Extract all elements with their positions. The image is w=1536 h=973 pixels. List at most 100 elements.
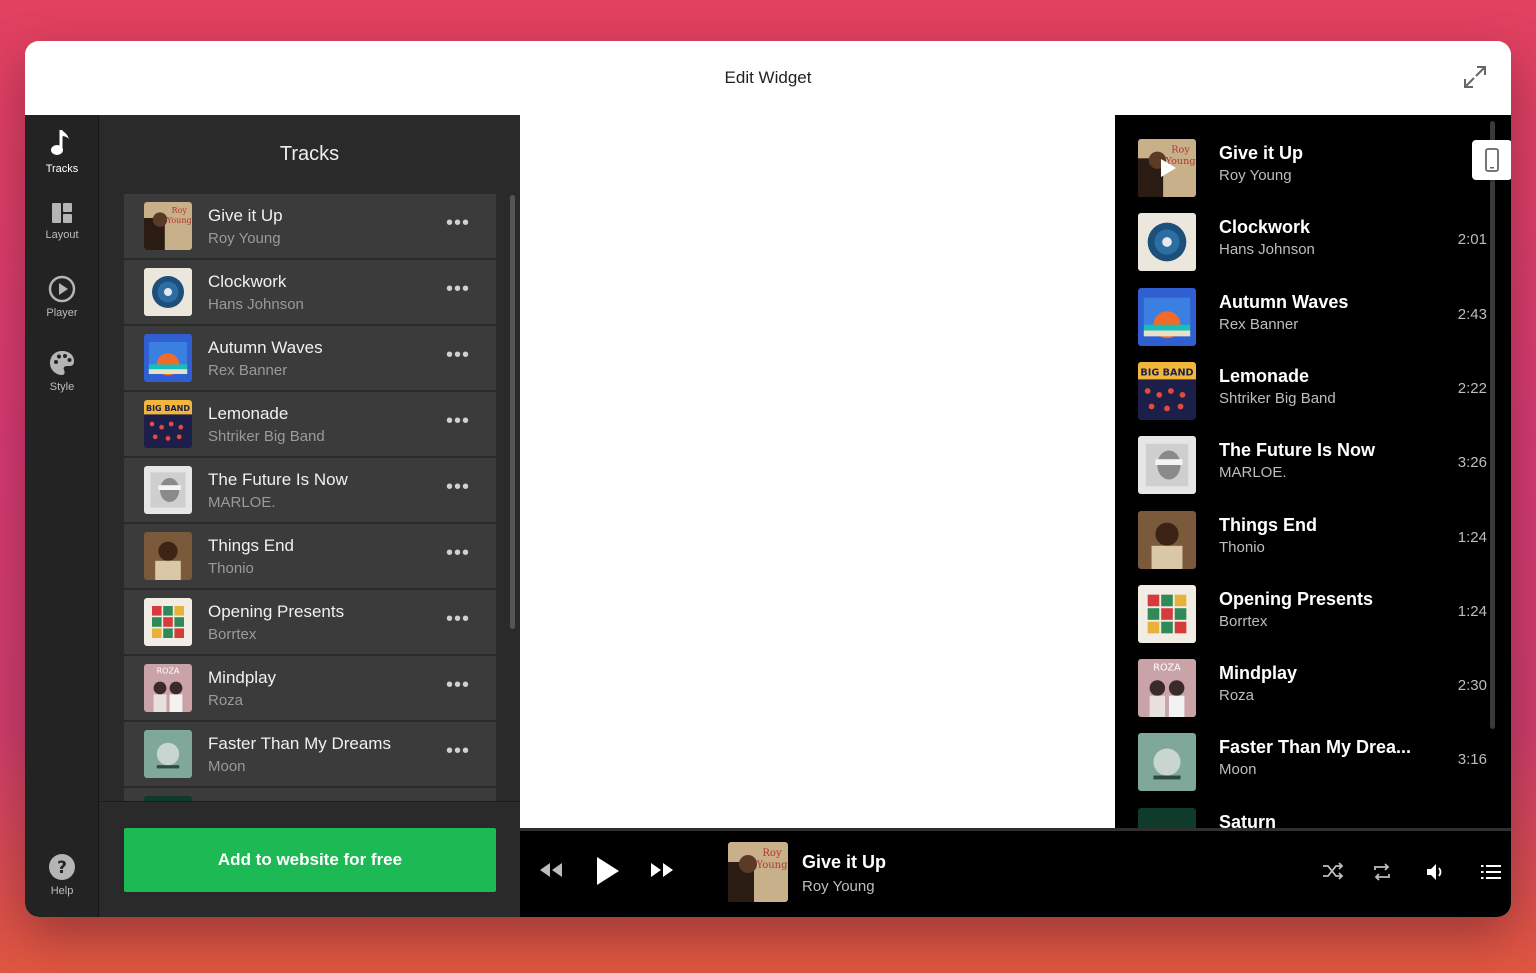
svg-text:Roy: Roy	[762, 848, 782, 859]
add-to-website-button[interactable]: Add to website for free	[124, 828, 496, 892]
widget-track-name: Lemonade	[1219, 365, 1310, 386]
edit-widget-window: Edit Widget Tracks Layout Player Style ?…	[25, 41, 1511, 917]
widget-track-duration: 3:26	[1457, 454, 1487, 472]
widget-track-name: Faster Than My Drea...	[1219, 737, 1412, 758]
svg-text:ROZA: ROZA	[1153, 663, 1181, 674]
svg-text:ROZA: ROZA	[157, 667, 180, 676]
widget-track-name: Things End	[1219, 514, 1317, 535]
layout-icon	[25, 201, 99, 225]
track-name: Give it Up	[208, 206, 283, 225]
rail-label-help: Help	[50, 885, 74, 897]
track-row[interactable]: Saturn•••	[124, 788, 496, 801]
widget-track-row[interactable]: Autumn Waves Rex Banner 2:43	[1115, 280, 1511, 354]
phone-icon	[1484, 148, 1500, 172]
expand-icon[interactable]	[1461, 63, 1489, 91]
rail-item-help[interactable]: ? Help	[25, 853, 99, 897]
preview-canvas	[520, 115, 1115, 828]
widget-scrollbar[interactable]	[1490, 121, 1495, 729]
widget-track-row[interactable]: Things End Thonio 1:24	[1115, 503, 1511, 577]
widget-track-duration: 2:30	[1457, 677, 1487, 695]
fast-forward-button[interactable]	[649, 861, 675, 879]
widget-track-name: Mindplay	[1219, 663, 1298, 684]
widget-track-duration: 1:24	[1457, 602, 1487, 620]
more-options-icon[interactable]: •••	[446, 212, 470, 235]
album-cover: Roy Young	[1138, 139, 1196, 197]
rewind-button[interactable]	[538, 861, 564, 879]
more-options-icon[interactable]: •••	[446, 344, 470, 367]
widget-track-name: Give it Up	[1219, 143, 1304, 163]
track-row[interactable]: Autumn Waves Rex Banner •••	[124, 326, 496, 390]
track-artist: MARLOE.	[208, 494, 276, 511]
track-row[interactable]: Opening Presents Borrtex •••	[124, 590, 496, 654]
widget-track-name: Autumn Waves	[1219, 291, 1349, 312]
track-row[interactable]: Faster Than My Dreams Moon •••	[124, 722, 496, 786]
mobile-preview-button[interactable]	[1472, 140, 1511, 180]
widget-track-row[interactable]: Saturn	[1115, 800, 1511, 828]
rail-label-layout: Layout	[45, 229, 79, 241]
progress-track[interactable]	[520, 828, 1511, 831]
widget-track-duration: 2:43	[1457, 305, 1487, 323]
more-options-icon[interactable]: •••	[446, 740, 470, 763]
widget-track-duration: 1:24	[1457, 528, 1487, 546]
widget-track-row[interactable]: RoyYoungGive it UpRoy Young2:	[1115, 131, 1511, 205]
svg-text:BIG BAND: BIG BAND	[146, 404, 190, 413]
widget-track-row[interactable]: Opening Presents Borrtex 1:24	[1115, 577, 1511, 651]
more-options-icon[interactable]: •••	[446, 476, 470, 499]
widget-track-row[interactable]: Clockwork Hans Johnson 2:01	[1115, 205, 1511, 279]
widget-track-row[interactable]: ROZA Mindplay Roza 2:30	[1115, 651, 1511, 725]
tracks-panel: Tracks Roy Young Give it Up Roy Young ••• Clo…	[99, 115, 520, 917]
album-cover	[1138, 436, 1196, 495]
track-row[interactable]: The Future Is Now MARLOE. •••	[124, 458, 496, 522]
widget-track-row[interactable]: Faster Than My Drea... Moon 3:16	[1115, 725, 1511, 799]
shuffle-button[interactable]	[1322, 862, 1344, 880]
title-bar: Edit Widget	[25, 41, 1511, 115]
track-name: Autumn Waves	[208, 338, 323, 357]
rail-item-layout[interactable]: Layout	[25, 201, 99, 241]
widget-preview-list: Saturn Faster Than My Drea... Moon 3:16 ROZA…	[1115, 115, 1511, 828]
svg-text:?: ?	[57, 858, 67, 878]
widget-track-name: The Future Is Now	[1219, 440, 1376, 461]
tracks-scrollbar[interactable]	[510, 195, 515, 629]
rail-label-style: Style	[49, 381, 75, 393]
repeat-button[interactable]	[1372, 862, 1392, 882]
track-name: Lemonade	[208, 404, 289, 423]
widget-track-row[interactable]: BIG BAND Lemonade Shtriker Big Band 2:22	[1115, 354, 1511, 428]
widget-track-name: Opening Presents	[1219, 588, 1374, 609]
track-row[interactable]: Clockwork Hans Johnson •••	[124, 260, 496, 324]
widget-track-artist: Thonio	[1219, 538, 1265, 556]
widget-track-row[interactable]: The Future Is Now MARLOE. 3:26	[1115, 428, 1511, 502]
more-options-icon[interactable]: •••	[446, 410, 470, 433]
track-name: Faster Than My Dreams	[208, 734, 391, 753]
track-artist: Borrtex	[208, 626, 257, 643]
widget-track-artist: Roy Young	[1219, 167, 1292, 184]
rail-item-tracks[interactable]: Tracks	[25, 127, 99, 175]
track-row[interactable]: ROZA Mindplay Roza •••	[124, 656, 496, 720]
track-name: Opening Presents	[208, 602, 345, 621]
rail-item-player[interactable]: Player	[25, 275, 99, 319]
album-cover	[144, 466, 192, 514]
more-options-icon[interactable]: •••	[446, 278, 470, 301]
panel-divider	[99, 801, 520, 802]
track-row[interactable]: BIG BAND Lemonade Shtriker Big Band •••	[124, 392, 496, 456]
playlist-button[interactable]	[1481, 864, 1501, 880]
track-row[interactable]: Things End Thonio •••	[124, 524, 496, 588]
rail-item-style[interactable]: Style	[25, 349, 99, 393]
album-cover	[144, 532, 192, 580]
volume-button[interactable]	[1426, 863, 1448, 881]
more-options-icon[interactable]: •••	[446, 542, 470, 565]
more-options-icon[interactable]: •••	[446, 674, 470, 697]
track-row[interactable]: Roy Young Give it Up Roy Young •••	[124, 194, 496, 258]
track-name: Mindplay	[208, 668, 277, 687]
album-cover	[144, 598, 192, 646]
album-cover	[144, 268, 192, 316]
play-button[interactable]	[593, 855, 621, 887]
album-cover	[1138, 287, 1196, 346]
now-playing-artist: Roy Young	[802, 878, 875, 895]
track-artist: Shtriker Big Band	[208, 428, 325, 445]
svg-text:Young: Young	[166, 216, 192, 225]
now-playing-cover: Roy Young	[728, 842, 788, 902]
fast-forward-icon	[649, 861, 675, 879]
more-options-icon[interactable]: •••	[446, 608, 470, 631]
album-cover	[1138, 733, 1196, 792]
music-note-icon	[25, 127, 99, 159]
